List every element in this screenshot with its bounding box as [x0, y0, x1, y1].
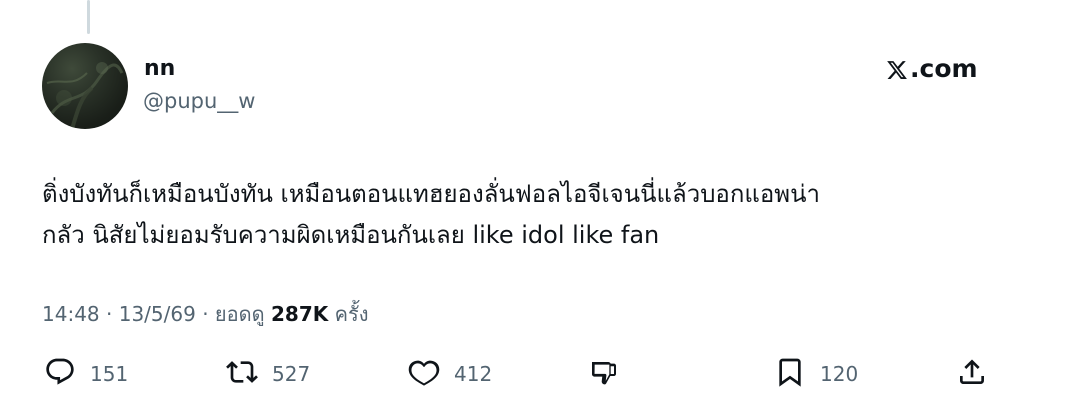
x-logo-icon	[886, 58, 908, 80]
retweet-button[interactable]: 527	[226, 356, 310, 392]
reply-button[interactable]: 151	[44, 356, 128, 392]
tweet-text-line: กลัว นิสัยไม่ยอมรับความผิดเหมือนกันเลย l…	[42, 221, 660, 249]
tweet-text-line: ติ่งบังทันก็เหมือนบังทัน เหมือนตอนแทฮยอง…	[42, 180, 820, 208]
views-count: 287K	[270, 302, 329, 326]
bookmark-icon	[774, 356, 806, 393]
meta-separator: ·	[106, 302, 113, 326]
bookmark-count: 120	[820, 362, 859, 386]
thread-connector-line	[87, 0, 90, 34]
meta-separator: ·	[202, 302, 209, 326]
heart-icon	[408, 356, 440, 393]
display-name[interactable]: nn	[144, 56, 175, 82]
source-watermark: .com	[886, 54, 978, 84]
share-button[interactable]	[956, 356, 988, 392]
user-handle[interactable]: @pupu__w	[143, 88, 255, 114]
thumbs-down-icon	[588, 356, 620, 393]
tweet-metadata: 14:48 · 13/5/69 · ยอดดู 287K ครั้ง	[42, 300, 368, 328]
retweet-icon	[226, 356, 258, 393]
like-count: 412	[454, 362, 493, 386]
bookmark-button[interactable]: 120	[774, 356, 858, 392]
tweet-text: ติ่งบังทันก็เหมือนบังทัน เหมือนตอนแทฮยอง…	[42, 174, 1002, 256]
dislike-button[interactable]	[588, 356, 620, 392]
action-bar: 151 527 412 120	[0, 356, 1067, 392]
source-label: .com	[910, 54, 978, 83]
tweet-time[interactable]: 14:48	[42, 302, 100, 326]
share-icon	[956, 356, 988, 393]
avatar[interactable]	[42, 43, 128, 129]
views-label: ยอดดู	[214, 302, 265, 326]
retweet-count: 527	[272, 362, 311, 386]
like-button[interactable]: 412	[408, 356, 492, 392]
reply-count: 151	[90, 362, 129, 386]
tweet-date[interactable]: 13/5/69	[119, 302, 196, 326]
reply-icon	[44, 356, 76, 393]
views-suffix: ครั้ง	[334, 302, 369, 326]
